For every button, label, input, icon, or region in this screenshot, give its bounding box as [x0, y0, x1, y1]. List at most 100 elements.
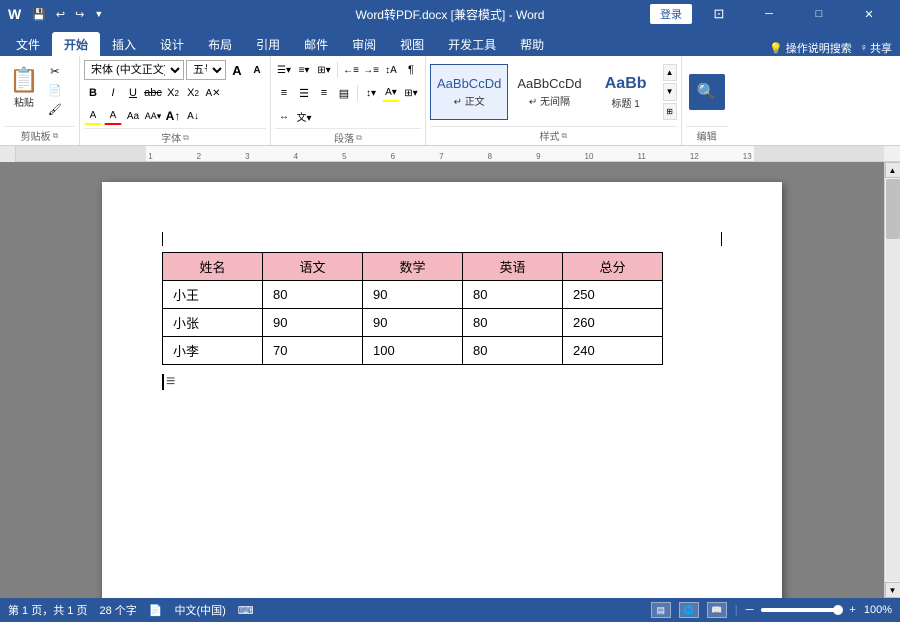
tab-view[interactable]: 视图 [388, 32, 436, 56]
styles-expand-icon[interactable]: ⧉ [561, 131, 567, 141]
style-scroll-up[interactable]: ▲ [663, 64, 677, 81]
font-expand-icon[interactable]: ⧉ [183, 133, 189, 143]
change-case-btn[interactable]: AA▾ [144, 107, 162, 125]
style-heading1[interactable]: AaBb 标题 1 [591, 64, 661, 120]
tab-insert[interactable]: 插入 [100, 32, 148, 56]
align-center-btn[interactable]: ☰ [295, 84, 313, 102]
copy-button[interactable]: 📄 [46, 81, 64, 99]
tab-references[interactable]: 引用 [244, 32, 292, 56]
scroll-thumb[interactable] [886, 179, 900, 239]
font-aa-btn[interactable]: Aa [124, 107, 142, 125]
window-maximize-btn[interactable]: □ [796, 0, 842, 28]
row1-chinese: 80 [263, 281, 363, 309]
increase-font-btn[interactable]: A [228, 61, 246, 79]
text-highlight-btn[interactable]: A [84, 107, 102, 125]
strikethrough-button[interactable]: abc [144, 84, 162, 102]
superscript-button[interactable]: X2 [184, 84, 202, 102]
style-no-spacing-label: ↵ 无间隔 [529, 93, 570, 108]
decrease-indent-btn[interactable]: ←≡ [342, 61, 360, 79]
tab-home[interactable]: 开始 [52, 32, 100, 56]
bullet-list-btn[interactable]: ☰▾ [275, 61, 293, 79]
status-doc-icon[interactable]: 📄 [149, 604, 163, 617]
numbered-list-btn[interactable]: ≡▾ [295, 61, 313, 79]
paste-button[interactable]: 📋 粘贴 [4, 60, 44, 112]
quick-access-save[interactable]: 💾 [29, 6, 49, 23]
zoom-thumb[interactable] [833, 605, 843, 615]
scroll-down-btn[interactable]: ▼ [885, 582, 900, 598]
font-name-row: 宋体 (中文正文) 五号 A A [84, 60, 266, 80]
scroll-track[interactable] [886, 179, 900, 581]
tab-layout[interactable]: 布局 [196, 32, 244, 56]
zoom-out-btn[interactable]: ─ [746, 604, 754, 616]
view-read-btn[interactable]: 📖 [707, 602, 727, 618]
editing-group: 🔍 编辑 [682, 56, 732, 145]
document-scroll-area[interactable]: 姓名 语文 数学 英语 总分 小王 80 90 80 [0, 162, 884, 598]
grow-font-btn[interactable]: A↑ [164, 107, 182, 125]
status-right: ▤ 🌐 📖 | ─ + 100% [651, 602, 892, 618]
justify-btn[interactable]: ▤ [335, 84, 353, 102]
bold-button[interactable]: B [84, 84, 102, 102]
subscript-button[interactable]: X2 [164, 84, 182, 102]
search-button[interactable]: 🔍 [689, 74, 725, 110]
keyboard-icon[interactable]: ⌨ [238, 604, 254, 617]
align-left-btn[interactable]: ≡ [275, 84, 293, 102]
title-bar-left: W 💾 ↩ ↪ ▼ [8, 6, 106, 23]
asian-layout-btn[interactable]: 文▾ [295, 107, 313, 125]
format-painter-button[interactable]: 🖌 [46, 100, 64, 118]
cut-button[interactable]: ✂ [46, 62, 64, 80]
style-scroll-down[interactable]: ▼ [663, 83, 677, 100]
text-cursor-area[interactable]: ≡ [162, 373, 722, 391]
tab-developer[interactable]: 开发工具 [436, 32, 508, 56]
show-marks-btn[interactable]: ¶ [402, 61, 420, 79]
clipboard-expand-icon[interactable]: ⧉ [53, 131, 59, 141]
increase-indent-btn[interactable]: →≡ [362, 61, 380, 79]
view-web-btn[interactable]: 🌐 [679, 602, 699, 618]
window-help-icon[interactable]: ⊡ [696, 0, 742, 28]
style-heading1-label: 标题 1 [611, 95, 639, 110]
share-btn[interactable]: ♀ 共享 [860, 40, 892, 56]
decrease-font-btn[interactable]: A [248, 61, 266, 79]
quick-access-undo[interactable]: ↩ [53, 6, 68, 23]
window-close-btn[interactable]: ✕ [846, 0, 892, 28]
font-size-select[interactable]: 五号 [186, 60, 226, 80]
quick-access-redo[interactable]: ↪ [72, 6, 87, 23]
sort-btn[interactable]: ↕A [382, 61, 400, 79]
quick-access-more[interactable]: ▼ [91, 7, 106, 21]
search-box-tab[interactable]: 💡 操作说明搜索 [769, 40, 852, 56]
style-normal[interactable]: AaBbCcDd ↵ 正文 [430, 64, 508, 120]
ruler-corner[interactable] [0, 146, 16, 162]
style-no-spacing[interactable]: AaBbCcDd ↵ 无间隔 [510, 64, 588, 120]
zoom-in-btn[interactable]: + [849, 604, 855, 616]
paste-icon: 📋 [9, 69, 39, 93]
login-button[interactable]: 登录 [650, 4, 692, 24]
shrink-font-btn[interactable]: A↓ [184, 107, 202, 125]
style-expand[interactable]: ⊞ [663, 103, 677, 120]
align-right-btn[interactable]: ≡ [315, 84, 333, 102]
underline-button[interactable]: U [124, 84, 142, 102]
tab-file[interactable]: 文件 [4, 32, 52, 56]
tab-help[interactable]: 帮助 [508, 32, 556, 56]
clear-format-button[interactable]: A✕ [204, 84, 222, 102]
zoom-slider[interactable] [761, 608, 841, 612]
view-print-btn[interactable]: ▤ [651, 602, 671, 618]
font-format-row: B I U abc X2 X2 A✕ [84, 83, 222, 103]
border-btn[interactable]: ⊞▾ [402, 84, 420, 102]
tab-design[interactable]: 设计 [148, 32, 196, 56]
font-name-select[interactable]: 宋体 (中文正文) [84, 60, 184, 80]
italic-button[interactable]: I [104, 84, 122, 102]
text-color-btn[interactable]: A [104, 107, 122, 125]
vertical-scrollbar[interactable]: ▲ ▼ [884, 162, 900, 598]
tab-review[interactable]: 审阅 [340, 32, 388, 56]
multilevel-list-btn[interactable]: ⊞▾ [315, 61, 333, 79]
language-indicator[interactable]: 中文(中国) [174, 602, 225, 618]
clipboard-text: 剪贴板 [21, 128, 51, 143]
line-spacing-btn[interactable]: ↕▾ [362, 84, 380, 102]
tab-mailings[interactable]: 邮件 [292, 32, 340, 56]
text-direction-btn[interactable]: ↔ [275, 107, 293, 125]
zoom-level[interactable]: 100% [864, 604, 892, 616]
title-bar-title: Word转PDF.docx [兼容模式] - Word [356, 6, 545, 23]
shading-btn[interactable]: A▾ [382, 84, 400, 102]
paragraph-expand-icon[interactable]: ⧉ [356, 133, 362, 143]
window-minimize-btn[interactable]: ─ [746, 0, 792, 28]
scroll-up-btn[interactable]: ▲ [885, 162, 900, 178]
